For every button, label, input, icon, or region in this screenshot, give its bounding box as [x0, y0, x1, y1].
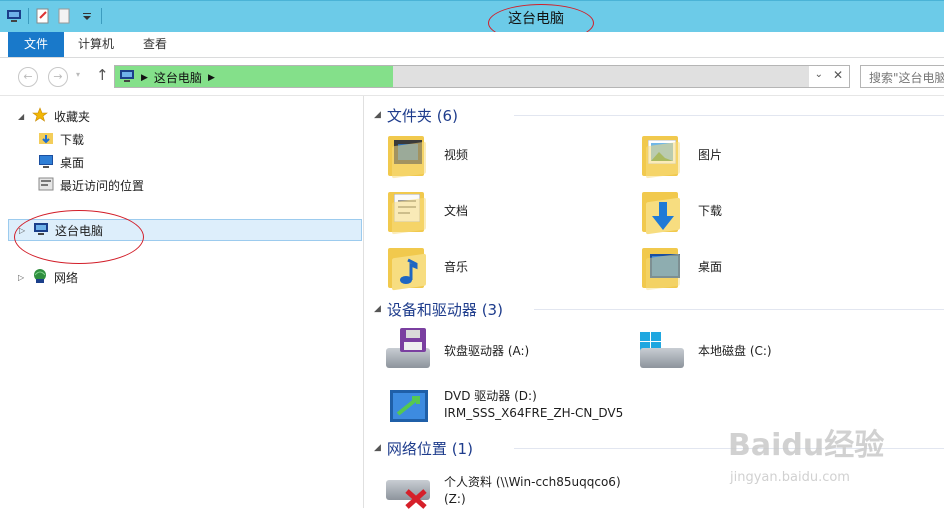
close-icon[interactable]: ✕	[833, 68, 843, 82]
folder-documents[interactable]: 文档	[384, 186, 468, 236]
title-bar: 这台电脑	[0, 0, 944, 32]
folder-music[interactable]: 音乐	[384, 242, 468, 292]
folder-downloads[interactable]: 下载	[638, 186, 722, 236]
group-label: 网络位置 (1)	[386, 439, 473, 458]
downloads-folder-icon	[638, 186, 688, 236]
sidebar-item-label: 桌面	[60, 155, 85, 170]
address-history-chevron-icon[interactable]: ⌄	[815, 69, 823, 80]
up-button[interactable]: ↑	[96, 66, 109, 84]
drive-label: DVD 驱动器 (D:)	[444, 389, 537, 403]
navigation-bar: ← → ▾ ↑ ▶ 这台电脑 ▶ ⌄ ✕ 搜索"这台电脑"	[0, 58, 944, 96]
drive-volume-label: IRM_SSS_X64FRE_ZH-CN_DV5	[444, 406, 624, 420]
computer-icon[interactable]	[6, 8, 22, 24]
quick-access-toolbar	[6, 8, 102, 24]
floppy-drive-icon	[384, 326, 434, 376]
desktop-icon	[38, 153, 54, 172]
dvd-drive-icon	[384, 380, 434, 430]
group-label: 文件夹 (6)	[386, 106, 458, 125]
drive-label: 软盘驱动器 (A:)	[444, 343, 530, 358]
toolbar-divider	[28, 8, 29, 24]
group-header-devices[interactable]: ◢ 设备和驱动器 (3)	[374, 299, 944, 319]
sidebar-item-desktop[interactable]: 桌面	[38, 151, 84, 173]
star-icon	[32, 106, 48, 126]
sidebar-item-label: 网络	[54, 270, 79, 285]
download-folder-icon	[38, 130, 54, 149]
ribbon-tab-bar: 文件 计算机 查看	[0, 32, 944, 58]
music-folder-icon	[384, 242, 434, 292]
back-button[interactable]: ←	[18, 67, 38, 87]
drive-floppy-a[interactable]: 软盘驱动器 (A:)	[384, 326, 529, 376]
sidebar-item-downloads[interactable]: 下载	[38, 128, 84, 150]
sidebar-item-label: 最近访问的位置	[60, 178, 145, 193]
sidebar-item-label: 这台电脑	[55, 223, 104, 238]
pictures-folder-icon	[638, 130, 688, 180]
folder-label: 音乐	[444, 259, 469, 274]
group-header-folders[interactable]: ◢ 文件夹 (6)	[374, 105, 944, 125]
computer-icon	[33, 221, 49, 240]
breadcrumb-separator-icon[interactable]: ▶	[141, 73, 148, 83]
drive-letter-label: (Z:)	[444, 492, 466, 506]
group-divider	[514, 115, 944, 116]
collapse-arrow-icon[interactable]: ◢	[374, 110, 381, 120]
address-field[interactable]: ▶ 这台电脑 ▶ ⌄ ✕	[114, 65, 850, 88]
collapse-arrow-icon[interactable]: ◢	[374, 304, 381, 314]
expand-arrow-icon[interactable]: ▷	[19, 226, 27, 235]
address-progress-track	[393, 66, 809, 87]
baidu-watermark-url: jingyan.baidu.com	[730, 470, 850, 485]
properties-icon[interactable]	[35, 8, 51, 24]
drive-label: 本地磁盘 (C:)	[698, 343, 772, 358]
window-title: 这台电脑	[508, 11, 564, 27]
sidebar-item-network[interactable]: ▷ 网络	[18, 266, 78, 288]
sidebar-item-this-pc[interactable]: ▷ 这台电脑	[8, 219, 362, 241]
folder-videos[interactable]: 视频	[384, 130, 468, 180]
folder-label: 文档	[444, 203, 469, 218]
group-label: 设备和驱动器 (3)	[386, 300, 503, 319]
folder-label: 视频	[444, 147, 469, 162]
sidebar-item-label: 下载	[60, 132, 85, 147]
breadcrumb-separator-icon[interactable]: ▶	[208, 73, 215, 83]
tab-computer[interactable]: 计算机	[66, 32, 126, 57]
recent-places-icon	[38, 176, 54, 195]
folder-label: 桌面	[698, 259, 723, 274]
breadcrumb-this-pc[interactable]: 这台电脑	[154, 69, 202, 86]
network-location-label: 个人资料 (\\Win-cch85uqqco6)	[444, 475, 621, 489]
folder-label: 下载	[698, 203, 723, 218]
documents-folder-icon	[384, 186, 434, 236]
folder-pictures[interactable]: 图片	[638, 130, 722, 180]
drive-local-c[interactable]: 本地磁盘 (C:)	[638, 326, 772, 376]
new-folder-icon[interactable]	[57, 8, 73, 24]
sidebar-item-recent-places[interactable]: 最近访问的位置	[38, 174, 144, 196]
navigation-pane: ◢ 收藏夹 下载 桌面 最近访问的位置 ▷ 这台电脑 ▷ 网络	[0, 96, 364, 508]
drive-dvd-d[interactable]: DVD 驱动器 (D:) IRM_SSS_X64FRE_ZH-CN_DV5	[384, 380, 623, 430]
videos-folder-icon	[384, 130, 434, 180]
computer-icon	[119, 69, 135, 86]
search-input[interactable]: 搜索"这台电脑"	[860, 65, 944, 88]
forward-button[interactable]: →	[48, 67, 68, 87]
collapse-arrow-icon[interactable]: ◢	[374, 443, 381, 453]
network-icon	[32, 268, 48, 287]
group-divider	[534, 309, 944, 310]
network-drive-z[interactable]: 个人资料 (\\Win-cch85uqqco6) (Z:)	[384, 466, 621, 516]
tab-view[interactable]: 查看	[131, 32, 179, 57]
disconnected-network-drive-icon	[384, 466, 434, 516]
desktop-folder-icon	[638, 242, 688, 292]
customize-dropdown-icon[interactable]	[79, 8, 95, 24]
collapse-arrow-icon[interactable]: ◢	[18, 112, 26, 121]
folder-desktop[interactable]: 桌面	[638, 242, 722, 292]
sidebar-item-label: 收藏夹	[54, 109, 91, 124]
toolbar-divider	[101, 8, 102, 24]
local-disk-icon	[638, 326, 688, 376]
sidebar-item-favorites[interactable]: ◢ 收藏夹	[18, 105, 90, 127]
recent-locations-dropdown-icon[interactable]: ▾	[76, 70, 80, 79]
tab-file[interactable]: 文件	[8, 32, 65, 57]
folder-label: 图片	[698, 147, 723, 162]
baidu-watermark: Baidu经验	[728, 428, 885, 463]
expand-arrow-icon[interactable]: ▷	[18, 273, 26, 282]
